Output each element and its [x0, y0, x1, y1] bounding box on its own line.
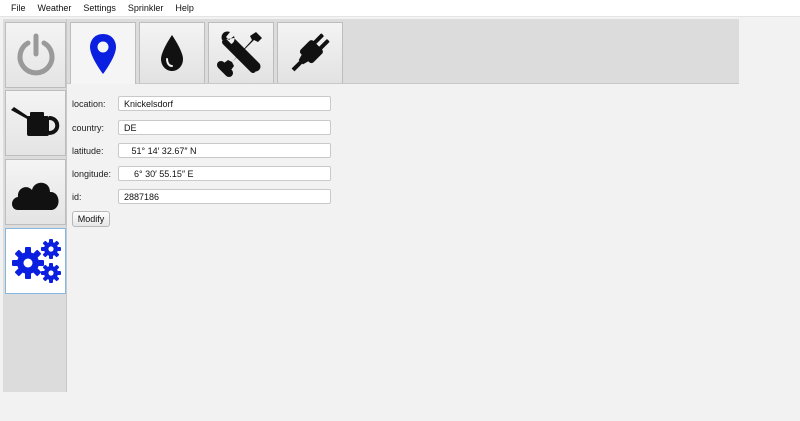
menu-file[interactable]: File: [0, 0, 32, 16]
id-row: id:: [72, 189, 331, 205]
location-label: location:: [72, 99, 106, 109]
location-panel: location: country: latitude: longitude: …: [67, 84, 739, 392]
watering-can-icon: [10, 107, 59, 136]
latitude-row: latitude:: [72, 143, 331, 159]
country-label: country:: [72, 123, 105, 133]
id-label: id:: [72, 192, 82, 202]
top-tab-strip: [67, 19, 739, 84]
location-field[interactable]: [118, 96, 331, 111]
longitude-row: longitude:: [72, 166, 331, 182]
side-tab-power[interactable]: [5, 22, 66, 88]
location-row: location:: [72, 96, 331, 112]
side-tab-settings[interactable]: [5, 228, 66, 294]
latitude-label: latitude:: [72, 146, 104, 156]
latitude-field[interactable]: [118, 143, 331, 158]
gears-icon: [11, 239, 61, 283]
sidebar: [3, 19, 67, 392]
country-row: country:: [72, 120, 331, 136]
location-pin-icon: [90, 33, 116, 74]
tab-location[interactable]: [70, 22, 136, 84]
longitude-label: longitude:: [72, 169, 112, 179]
country-field[interactable]: [118, 120, 331, 135]
menu-weather[interactable]: Weather: [32, 0, 78, 16]
menu-bar: File Weather Settings Sprinkler Help: [0, 0, 800, 17]
tools-icon: [217, 31, 262, 77]
tab-water[interactable]: [139, 22, 205, 83]
power-icon: [17, 33, 54, 76]
status-area: [0, 392, 800, 421]
plug-icon: [291, 33, 330, 72]
modify-button[interactable]: Modify: [72, 211, 110, 227]
menu-help[interactable]: Help: [169, 0, 200, 16]
longitude-field[interactable]: [118, 166, 331, 181]
side-tab-weather[interactable]: [5, 159, 66, 225]
tab-tools[interactable]: [208, 22, 274, 83]
menu-sprinkler[interactable]: Sprinkler: [122, 0, 170, 16]
menu-settings[interactable]: Settings: [77, 0, 122, 16]
cloud-icon: [11, 182, 59, 210]
side-tab-watering[interactable]: [5, 90, 66, 156]
tab-plug[interactable]: [277, 22, 343, 83]
water-drop-icon: [161, 35, 183, 71]
id-field[interactable]: [118, 189, 331, 204]
